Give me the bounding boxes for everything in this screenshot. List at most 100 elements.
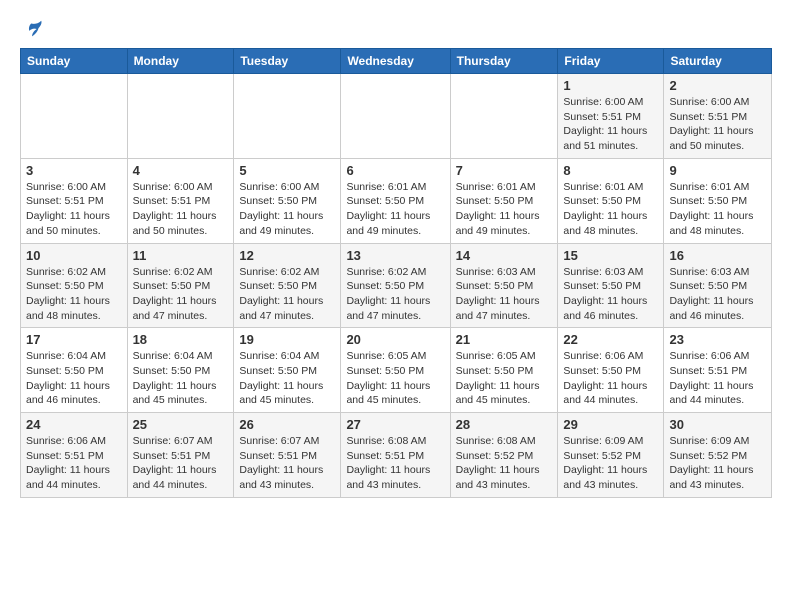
calendar-cell: 5 Sunrise: 6:00 AMSunset: 5:50 PMDaylight…	[234, 158, 341, 243]
day-info: Sunrise: 6:03 AMSunset: 5:50 PMDaylight:…	[563, 265, 658, 324]
calendar-cell: 23 Sunrise: 6:06 AMSunset: 5:51 PMDayligh…	[664, 328, 772, 413]
week-row-3: 10 Sunrise: 6:02 AMSunset: 5:50 PMDayligh…	[21, 243, 772, 328]
day-info: Sunrise: 6:08 AMSunset: 5:52 PMDaylight:…	[456, 434, 553, 493]
day-info: Sunrise: 6:04 AMSunset: 5:50 PMDaylight:…	[239, 349, 335, 408]
day-number: 4	[133, 163, 229, 178]
logo	[20, 20, 44, 40]
calendar-cell: 6 Sunrise: 6:01 AMSunset: 5:50 PMDaylight…	[341, 158, 450, 243]
day-info: Sunrise: 6:05 AMSunset: 5:50 PMDaylight:…	[346, 349, 444, 408]
day-number: 7	[456, 163, 553, 178]
day-number: 23	[669, 332, 766, 347]
calendar-cell: 10 Sunrise: 6:02 AMSunset: 5:50 PMDayligh…	[21, 243, 128, 328]
calendar-cell: 26 Sunrise: 6:07 AMSunset: 5:51 PMDayligh…	[234, 413, 341, 498]
day-number: 3	[26, 163, 122, 178]
day-info: Sunrise: 6:02 AMSunset: 5:50 PMDaylight:…	[26, 265, 122, 324]
calendar-cell: 17 Sunrise: 6:04 AMSunset: 5:50 PMDayligh…	[21, 328, 128, 413]
day-number: 17	[26, 332, 122, 347]
day-info: Sunrise: 6:01 AMSunset: 5:50 PMDaylight:…	[346, 180, 444, 239]
day-info: Sunrise: 6:09 AMSunset: 5:52 PMDaylight:…	[563, 434, 658, 493]
day-info: Sunrise: 6:04 AMSunset: 5:50 PMDaylight:…	[26, 349, 122, 408]
day-number: 25	[133, 417, 229, 432]
day-info: Sunrise: 6:00 AMSunset: 5:51 PMDaylight:…	[26, 180, 122, 239]
calendar-cell: 9 Sunrise: 6:01 AMSunset: 5:50 PMDaylight…	[664, 158, 772, 243]
week-row-2: 3 Sunrise: 6:00 AMSunset: 5:51 PMDaylight…	[21, 158, 772, 243]
calendar-cell	[127, 74, 234, 159]
day-info: Sunrise: 6:01 AMSunset: 5:50 PMDaylight:…	[563, 180, 658, 239]
calendar-cell	[21, 74, 128, 159]
calendar-cell: 22 Sunrise: 6:06 AMSunset: 5:50 PMDayligh…	[558, 328, 664, 413]
day-number: 13	[346, 248, 444, 263]
calendar-cell: 12 Sunrise: 6:02 AMSunset: 5:50 PMDayligh…	[234, 243, 341, 328]
calendar-cell: 18 Sunrise: 6:04 AMSunset: 5:50 PMDayligh…	[127, 328, 234, 413]
day-info: Sunrise: 6:00 AMSunset: 5:51 PMDaylight:…	[563, 95, 658, 154]
calendar-cell: 21 Sunrise: 6:05 AMSunset: 5:50 PMDayligh…	[450, 328, 558, 413]
calendar-cell: 16 Sunrise: 6:03 AMSunset: 5:50 PMDayligh…	[664, 243, 772, 328]
calendar-cell: 14 Sunrise: 6:03 AMSunset: 5:50 PMDayligh…	[450, 243, 558, 328]
calendar-cell: 19 Sunrise: 6:04 AMSunset: 5:50 PMDayligh…	[234, 328, 341, 413]
header-day-thursday: Thursday	[450, 49, 558, 74]
calendar-cell: 3 Sunrise: 6:00 AMSunset: 5:51 PMDaylight…	[21, 158, 128, 243]
day-info: Sunrise: 6:00 AMSunset: 5:50 PMDaylight:…	[239, 180, 335, 239]
day-number: 22	[563, 332, 658, 347]
day-number: 1	[563, 78, 658, 93]
day-number: 16	[669, 248, 766, 263]
day-info: Sunrise: 6:06 AMSunset: 5:51 PMDaylight:…	[26, 434, 122, 493]
calendar-cell: 2 Sunrise: 6:00 AMSunset: 5:51 PMDaylight…	[664, 74, 772, 159]
day-number: 12	[239, 248, 335, 263]
day-number: 26	[239, 417, 335, 432]
calendar-cell: 28 Sunrise: 6:08 AMSunset: 5:52 PMDayligh…	[450, 413, 558, 498]
day-info: Sunrise: 6:06 AMSunset: 5:50 PMDaylight:…	[563, 349, 658, 408]
page: SundayMondayTuesdayWednesdayThursdayFrid…	[0, 0, 792, 518]
day-info: Sunrise: 6:04 AMSunset: 5:50 PMDaylight:…	[133, 349, 229, 408]
day-info: Sunrise: 6:02 AMSunset: 5:50 PMDaylight:…	[133, 265, 229, 324]
header	[20, 16, 772, 40]
header-day-saturday: Saturday	[664, 49, 772, 74]
day-number: 20	[346, 332, 444, 347]
day-number: 11	[133, 248, 229, 263]
day-number: 2	[669, 78, 766, 93]
day-info: Sunrise: 6:03 AMSunset: 5:50 PMDaylight:…	[456, 265, 553, 324]
week-row-5: 24Sunrise: 6:06 AMSunset: 5:51 PMDayligh…	[21, 413, 772, 498]
header-day-tuesday: Tuesday	[234, 49, 341, 74]
day-number: 9	[669, 163, 766, 178]
calendar-cell: 25 Sunrise: 6:07 AMSunset: 5:51 PMDayligh…	[127, 413, 234, 498]
day-info: Sunrise: 6:02 AMSunset: 5:50 PMDaylight:…	[346, 265, 444, 324]
calendar-cell: 27Sunrise: 6:08 AMSunset: 5:51 PMDayligh…	[341, 413, 450, 498]
day-number: 18	[133, 332, 229, 347]
calendar-cell: 7Sunrise: 6:01 AMSunset: 5:50 PMDaylight…	[450, 158, 558, 243]
calendar-cell: 4 Sunrise: 6:00 AMSunset: 5:51 PMDaylight…	[127, 158, 234, 243]
calendar-cell	[234, 74, 341, 159]
calendar-body: 1 Sunrise: 6:00 AMSunset: 5:51 PMDaylight…	[21, 74, 772, 498]
week-row-4: 17 Sunrise: 6:04 AMSunset: 5:50 PMDayligh…	[21, 328, 772, 413]
day-number: 30	[669, 417, 766, 432]
calendar-cell	[341, 74, 450, 159]
day-number: 10	[26, 248, 122, 263]
calendar-cell: 15Sunrise: 6:03 AMSunset: 5:50 PMDayligh…	[558, 243, 664, 328]
day-number: 5	[239, 163, 335, 178]
day-info: Sunrise: 6:02 AMSunset: 5:50 PMDaylight:…	[239, 265, 335, 324]
day-info: Sunrise: 6:00 AMSunset: 5:51 PMDaylight:…	[133, 180, 229, 239]
calendar-header: SundayMondayTuesdayWednesdayThursdayFrid…	[21, 49, 772, 74]
day-info: Sunrise: 6:01 AMSunset: 5:50 PMDaylight:…	[669, 180, 766, 239]
day-info: Sunrise: 6:07 AMSunset: 5:51 PMDaylight:…	[133, 434, 229, 493]
calendar-cell: 8Sunrise: 6:01 AMSunset: 5:50 PMDaylight…	[558, 158, 664, 243]
day-number: 28	[456, 417, 553, 432]
day-info: Sunrise: 6:08 AMSunset: 5:51 PMDaylight:…	[346, 434, 444, 493]
day-number: 14	[456, 248, 553, 263]
day-info: Sunrise: 6:07 AMSunset: 5:51 PMDaylight:…	[239, 434, 335, 493]
day-info: Sunrise: 6:06 AMSunset: 5:51 PMDaylight:…	[669, 349, 766, 408]
day-number: 6	[346, 163, 444, 178]
logo-bird-icon	[22, 18, 44, 40]
day-info: Sunrise: 6:05 AMSunset: 5:50 PMDaylight:…	[456, 349, 553, 408]
header-day-monday: Monday	[127, 49, 234, 74]
day-number: 19	[239, 332, 335, 347]
calendar-cell: 1 Sunrise: 6:00 AMSunset: 5:51 PMDaylight…	[558, 74, 664, 159]
day-info: Sunrise: 6:03 AMSunset: 5:50 PMDaylight:…	[669, 265, 766, 324]
calendar-cell	[450, 74, 558, 159]
calendar-cell: 24Sunrise: 6:06 AMSunset: 5:51 PMDayligh…	[21, 413, 128, 498]
calendar-cell: 13 Sunrise: 6:02 AMSunset: 5:50 PMDayligh…	[341, 243, 450, 328]
day-number: 21	[456, 332, 553, 347]
calendar-cell: 29Sunrise: 6:09 AMSunset: 5:52 PMDayligh…	[558, 413, 664, 498]
calendar-cell: 30Sunrise: 6:09 AMSunset: 5:52 PMDayligh…	[664, 413, 772, 498]
day-info: Sunrise: 6:00 AMSunset: 5:51 PMDaylight:…	[669, 95, 766, 154]
